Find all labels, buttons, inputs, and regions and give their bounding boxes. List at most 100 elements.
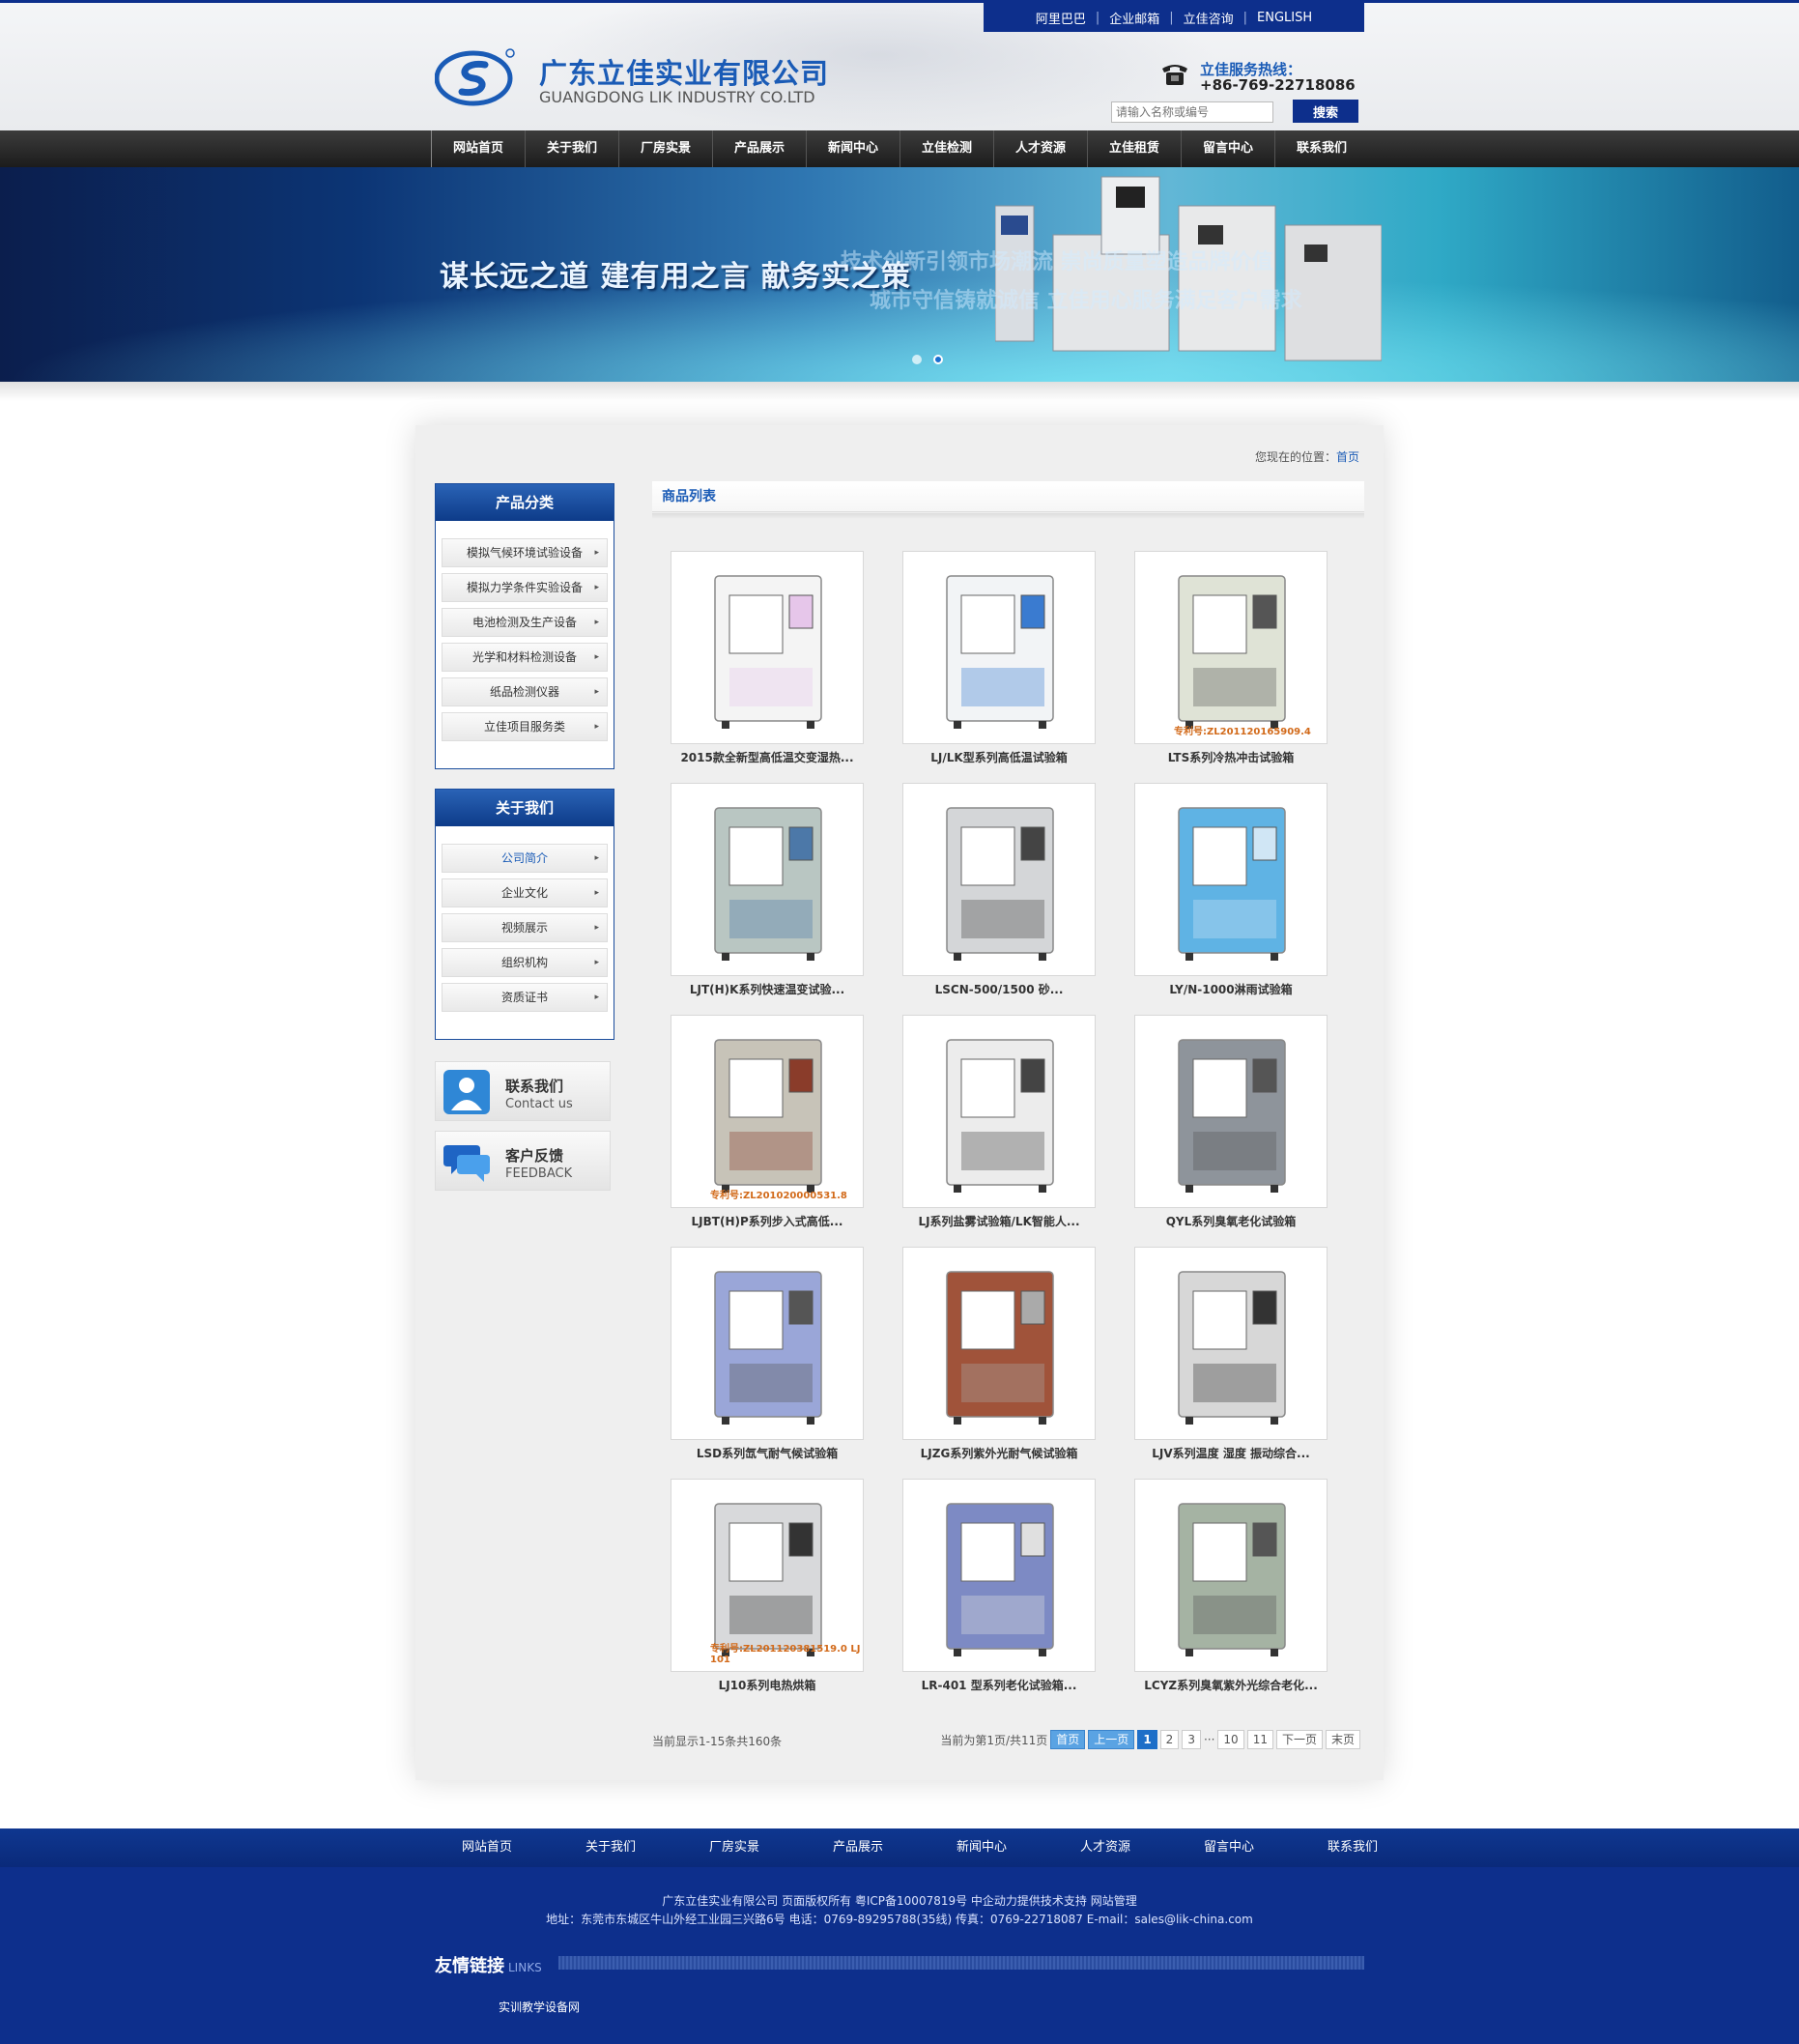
nav-item-factory[interactable]: 厂房实景 <box>618 130 712 167</box>
category-item[interactable]: 光学和材料检测设备 <box>442 643 608 672</box>
product-card[interactable]: 专利号:ZL201120165909.4 LTS系列冷热冲击试验箱 <box>1134 551 1328 783</box>
product-name-link[interactable]: LSD系列氙气耐气候试验箱 <box>671 1440 864 1467</box>
product-card[interactable]: LR-401 型系列老化试验箱... <box>902 1479 1096 1711</box>
carousel-dot-active[interactable] <box>933 355 943 364</box>
category-item[interactable]: 立佳项目服务类 <box>442 712 608 741</box>
nav-item-messages[interactable]: 留言中心 <box>1181 130 1274 167</box>
product-image <box>714 807 822 961</box>
product-card[interactable]: LJV系列温度 湿度 振动综合... <box>1134 1247 1328 1479</box>
pager-next-button[interactable]: 下一页 <box>1275 1730 1323 1749</box>
product-thumbnail[interactable]: 专利号:ZL201120165909.4 <box>1134 551 1328 744</box>
nav-item-careers[interactable]: 人才资源 <box>993 130 1087 167</box>
product-card[interactable]: LJ/LK型系列高低温试验箱 <box>902 551 1096 783</box>
pager-first-button[interactable]: 首页 <box>1050 1730 1086 1749</box>
top-link-consult[interactable]: 立佳咨询 <box>1184 9 1234 27</box>
product-name-link[interactable]: LTS系列冷热冲击试验箱 <box>1134 744 1328 771</box>
nav-item-home[interactable]: 网站首页 <box>431 130 525 167</box>
nav-item-rental[interactable]: 立佳租赁 <box>1087 130 1181 167</box>
product-thumbnail[interactable]: 专利号:ZL201120381519.0 LJ 101 <box>671 1479 864 1672</box>
product-name-link[interactable]: LJ/LK型系列高低温试验箱 <box>902 744 1096 771</box>
product-card[interactable]: LSCN-500/1500 砂... <box>902 783 1096 1015</box>
pager-last-button[interactable]: 末页 <box>1325 1730 1360 1749</box>
product-name-link[interactable]: LR-401 型系列老化试验箱... <box>902 1672 1096 1699</box>
about-item-video[interactable]: 视频展示 <box>442 913 608 942</box>
copyright: 广东立佳实业有限公司 页面版权所有 粤ICP备10007819号 中企动力提供技… <box>0 1892 1799 1929</box>
company-logo-icon[interactable] <box>435 47 516 107</box>
product-card[interactable]: 专利号:ZL201020000531.8 LJBT(H)P系列步入式高低... <box>671 1015 864 1247</box>
product-name-link[interactable]: LJV系列温度 湿度 振动综合... <box>1134 1440 1328 1467</box>
pager-page-11[interactable]: 11 <box>1246 1730 1273 1749</box>
footer-nav-contact[interactable]: 联系我们 <box>1291 1828 1414 1867</box>
product-name-link[interactable]: LJZG系列紫外光耐气候试验箱 <box>902 1440 1096 1467</box>
product-thumbnail[interactable] <box>671 551 864 744</box>
pager-page-1[interactable]: 1 <box>1137 1730 1157 1749</box>
product-name-link[interactable]: LJ系列盐雾试验箱/LK智能人... <box>902 1208 1096 1235</box>
about-item-profile[interactable]: 公司简介 <box>442 844 608 873</box>
product-thumbnail[interactable] <box>902 551 1096 744</box>
pager-page-3[interactable]: 3 <box>1182 1730 1201 1749</box>
product-card[interactable]: LJZG系列紫外光耐气候试验箱 <box>902 1247 1096 1479</box>
product-name-link[interactable]: QYL系列臭氧老化试验箱 <box>1134 1208 1328 1235</box>
product-thumbnail[interactable] <box>1134 783 1328 976</box>
pager-page-2[interactable]: 2 <box>1159 1730 1180 1749</box>
product-thumbnail[interactable] <box>1134 1247 1328 1440</box>
hero-banner[interactable]: 技术创新引领市场潮流 崇尚质量塑造品牌价值 城市守信铸就诚信 立佳用心服务满足客… <box>0 167 1799 382</box>
product-thumbnail[interactable] <box>1134 1479 1328 1672</box>
product-thumbnail[interactable] <box>902 1015 1096 1208</box>
footer-nav-about[interactable]: 关于我们 <box>549 1828 672 1867</box>
product-thumbnail[interactable] <box>902 1479 1096 1672</box>
about-item-certificates[interactable]: 资质证书 <box>442 983 608 1012</box>
product-thumbnail[interactable] <box>902 783 1096 976</box>
footer-nav-products[interactable]: 产品展示 <box>796 1828 920 1867</box>
breadcrumb-prefix: 您现在的位置： <box>1254 450 1336 464</box>
nav-item-testing[interactable]: 立佳检测 <box>900 130 993 167</box>
footer-nav-news[interactable]: 新闻中心 <box>920 1828 1043 1867</box>
footer-nav-messages[interactable]: 留言中心 <box>1167 1828 1291 1867</box>
top-link-alibaba[interactable]: 阿里巴巴 <box>1036 9 1086 27</box>
pager-page-10[interactable]: 10 <box>1217 1730 1244 1749</box>
product-name-link[interactable]: LJT(H)K系列快速温变试验... <box>671 976 864 1003</box>
category-item[interactable]: 模拟力学条件实验设备 <box>442 573 608 602</box>
nav-item-products[interactable]: 产品展示 <box>712 130 806 167</box>
pager-prev-button[interactable]: 上一页 <box>1088 1730 1135 1749</box>
product-thumbnail[interactable] <box>671 783 864 976</box>
carousel-dot[interactable] <box>912 355 922 364</box>
product-card[interactable]: LSD系列氙气耐气候试验箱 <box>671 1247 864 1479</box>
nav-item-news[interactable]: 新闻中心 <box>806 130 900 167</box>
category-item[interactable]: 电池检测及生产设备 <box>442 608 608 637</box>
category-item[interactable]: 模拟气候环境试验设备 <box>442 538 608 567</box>
product-name-link[interactable]: LSCN-500/1500 砂... <box>902 976 1096 1003</box>
product-card[interactable]: LJT(H)K系列快速温变试验... <box>671 783 864 1015</box>
contact-us-button[interactable]: 联系我们 Contact us <box>435 1061 611 1121</box>
footer-nav-factory[interactable]: 厂房实景 <box>672 1828 796 1867</box>
product-name-link[interactable]: 2015款全新型高低温交变湿热... <box>671 744 864 771</box>
nav-item-about[interactable]: 关于我们 <box>525 130 618 167</box>
product-name-link[interactable]: LCYZ系列臭氧紫外光综合老化... <box>1134 1672 1328 1699</box>
product-card[interactable]: QYL系列臭氧老化试验箱 <box>1134 1015 1328 1247</box>
product-name-link[interactable]: LY/N-1000淋雨试验箱 <box>1134 976 1328 1003</box>
search-button[interactable]: 搜索 <box>1293 100 1358 123</box>
product-name-link[interactable]: LJ10系列电热烘箱 <box>671 1672 864 1699</box>
product-name-link[interactable]: LJBT(H)P系列步入式高低... <box>671 1208 864 1235</box>
product-card[interactable]: LY/N-1000淋雨试验箱 <box>1134 783 1328 1015</box>
category-item[interactable]: 纸品检测仪器 <box>442 677 608 706</box>
breadcrumb-home-link[interactable]: 首页 <box>1336 450 1359 464</box>
about-item-culture[interactable]: 企业文化 <box>442 878 608 907</box>
product-card[interactable]: LJ系列盐雾试验箱/LK智能人... <box>902 1015 1096 1247</box>
top-link-email[interactable]: 企业邮箱 <box>1109 9 1159 27</box>
search-input[interactable] <box>1111 101 1273 123</box>
top-link-english[interactable]: ENGLISH <box>1257 11 1312 25</box>
footer-nav-careers[interactable]: 人才资源 <box>1043 1828 1167 1867</box>
nav-item-contact[interactable]: 联系我们 <box>1274 130 1368 167</box>
product-thumbnail[interactable] <box>902 1247 1096 1440</box>
product-card[interactable]: LCYZ系列臭氧紫外光综合老化... <box>1134 1479 1328 1711</box>
product-card[interactable]: 2015款全新型高低温交变湿热... <box>671 551 864 783</box>
product-thumbnail[interactable] <box>1134 1015 1328 1208</box>
footer-nav-home[interactable]: 网站首页 <box>425 1828 549 1867</box>
product-thumbnail[interactable]: 专利号:ZL201020000531.8 <box>671 1015 864 1208</box>
product-card[interactable]: 专利号:ZL201120381519.0 LJ 101 LJ10系列电热烘箱 <box>671 1479 864 1711</box>
feedback-button[interactable]: 客户反馈 FEEDBACK <box>435 1131 611 1191</box>
product-thumbnail[interactable] <box>671 1247 864 1440</box>
friend-link[interactable]: 实训教学设备网 <box>499 1999 580 2015</box>
about-item-organization[interactable]: 组织机构 <box>442 948 608 977</box>
